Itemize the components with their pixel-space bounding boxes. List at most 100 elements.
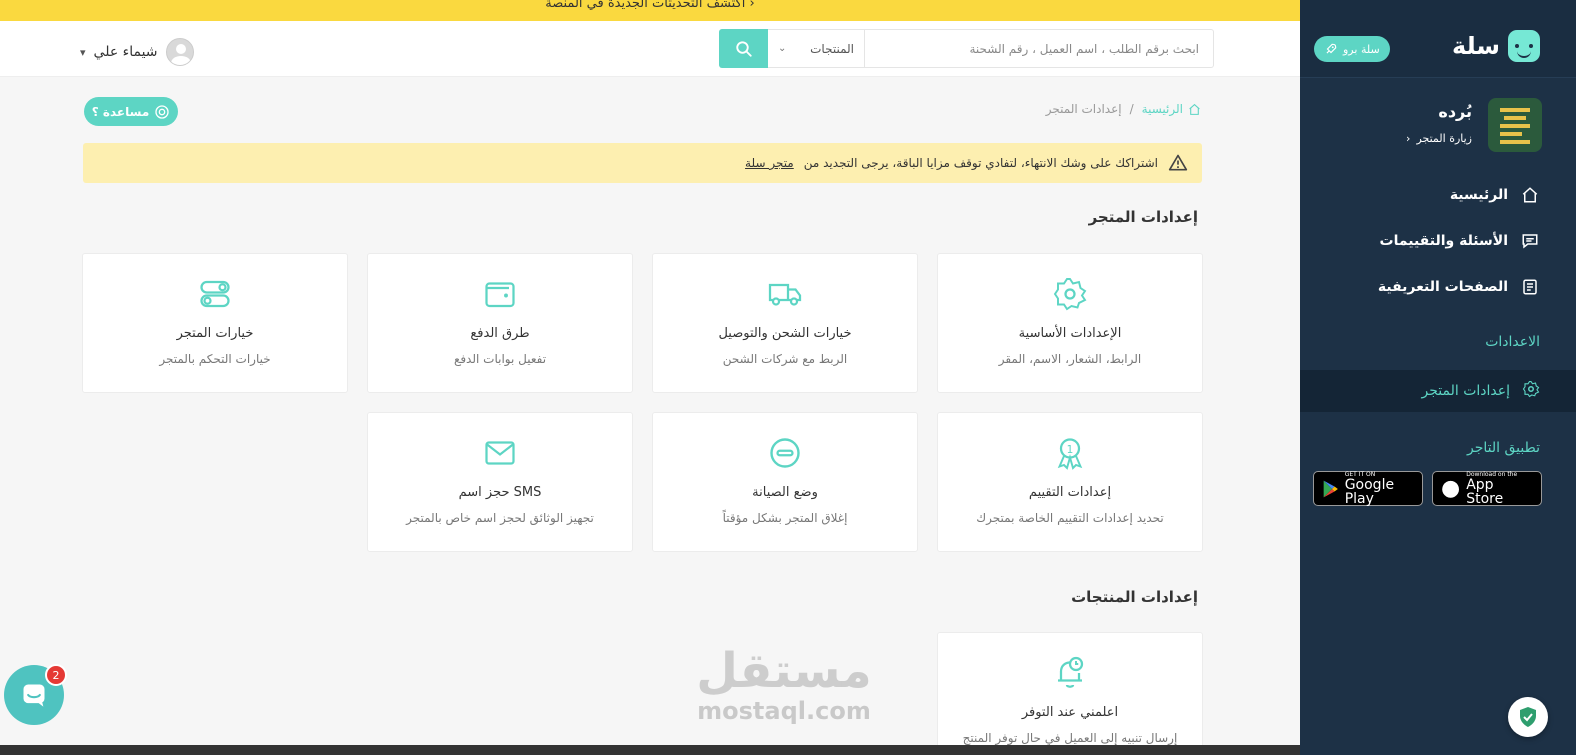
- mostaql-watermark: مستقل mostaql.com: [688, 645, 880, 725]
- visit-store-label: زيارة المتجر: [1416, 132, 1472, 145]
- card-shipping-options[interactable]: خيارات الشحن والتوصيل الربط مع شركات الش…: [652, 253, 918, 393]
- apple-icon: ●: [1441, 476, 1461, 501]
- lifebuoy-icon: [155, 104, 169, 119]
- salla-pro-label: سلة برو: [1343, 42, 1380, 56]
- no-entry-icon: [653, 435, 917, 471]
- sidebar-item-store-settings[interactable]: إعدادات المتجر: [1300, 370, 1576, 412]
- top-header: ▾ شيماء علي ⌄ المنتجات: [0, 21, 1300, 77]
- card-desc: إغلاق المتجر بشكل مؤقتاً: [722, 511, 848, 525]
- wallet-icon: [368, 276, 632, 312]
- card-notify-availability[interactable]: اعلمني عند التوفر إرسال تنبيه إلى العميل…: [937, 632, 1203, 755]
- salla-pro-button[interactable]: سلة برو: [1314, 36, 1390, 62]
- truck-icon: [653, 276, 917, 312]
- card-title: وضع الصيانة: [752, 485, 818, 500]
- sidebar-item-home[interactable]: الرئيسية: [1300, 175, 1576, 215]
- comments-icon: [1520, 231, 1540, 251]
- sidebar-item-label: الرئيسية: [1449, 187, 1508, 203]
- search-button[interactable]: [719, 29, 768, 68]
- card-desc: خيارات التحكم بالمتجر: [159, 352, 271, 366]
- envelope-icon: [368, 435, 632, 471]
- card-maintenance-mode[interactable]: وضع الصيانة إغلاق المتجر بشكل مؤقتاً: [652, 412, 918, 552]
- sidebar-item-label: الصفحات التعريفية: [1377, 279, 1508, 295]
- sidebar-item-label: إعدادات المتجر: [1421, 383, 1510, 399]
- search-scope-value: المنتجات: [810, 41, 854, 56]
- sidebar-item-pages[interactable]: الصفحات التعريفية: [1300, 267, 1576, 307]
- search-bar: ⌄ المنتجات: [719, 29, 1214, 68]
- app-store-badge[interactable]: ● Download on the App Store: [1432, 471, 1542, 506]
- google-play-icon: [1323, 480, 1338, 497]
- brand-name: سلة: [1452, 32, 1500, 60]
- card-title: حجز اسم SMS: [458, 485, 542, 500]
- card-title: إعدادات التقييم: [1028, 485, 1112, 500]
- gear-icon: [1522, 380, 1540, 402]
- app-store-big: App Store: [1466, 477, 1504, 507]
- card-title: طرق الدفع: [470, 326, 530, 341]
- card-basic-settings[interactable]: الإعدادات الأساسية الرابط، الشعار، الاسم…: [937, 253, 1203, 393]
- chevron-right-icon: ›: [1406, 132, 1411, 145]
- sidebar-section-settings: الاعدادات: [1485, 334, 1540, 350]
- help-button[interactable]: مساعدة ؟: [84, 97, 178, 126]
- search-scope-select[interactable]: ⌄ المنتجات: [768, 29, 865, 68]
- card-sms-name[interactable]: حجز اسم SMS تجهيز الوثائق لحجز اسم خاص ب…: [367, 412, 633, 552]
- pages-icon: [1520, 277, 1540, 297]
- user-name: شيماء علي: [93, 44, 158, 60]
- brand[interactable]: سلة: [1452, 30, 1540, 62]
- watermark-arabic: مستقل: [696, 643, 872, 699]
- gear-icon: [938, 276, 1202, 312]
- card-desc: تحديد إعدادات التقييم الخاصة بمتجرك: [976, 511, 1164, 525]
- card-payment-methods[interactable]: طرق الدفع تفعيل بوابات الدفع: [367, 253, 633, 393]
- shield-icon: [1520, 707, 1536, 727]
- store-settings-title: إعدادات المتجر: [1088, 208, 1198, 226]
- home-icon: [1189, 103, 1200, 115]
- visit-store-link[interactable]: › زيارة المتجر: [1406, 132, 1472, 145]
- product-settings-title: إعدادات المنتجات: [1071, 588, 1198, 606]
- rocket-icon: [1326, 43, 1337, 54]
- announcement-text[interactable]: اكتشف التحديثات الجديدة في المنصة ›: [545, 0, 754, 11]
- store-info: بُرده › زيارة المتجر: [1312, 98, 1542, 154]
- card-desc: إرسال تنبيه إلى العميل في حال توفر المنت…: [962, 731, 1178, 745]
- breadcrumb-home-label: الرئيسية: [1141, 102, 1183, 116]
- bell-clock-icon: [938, 655, 1202, 691]
- store-name: بُرده: [1438, 102, 1472, 121]
- user-menu[interactable]: ▾ شيماء علي: [80, 38, 194, 66]
- breadcrumb-separator: /: [1129, 102, 1134, 116]
- card-title: اعلمني عند التوفر: [1021, 705, 1119, 720]
- security-shield-button[interactable]: [1508, 697, 1548, 737]
- alert-text: اشتراكك على وشك الانتهاء، لتفادي توقف مز…: [803, 156, 1158, 170]
- card-title: خيارات المتجر: [176, 326, 254, 341]
- subscription-alert: متجر سلة اشتراكك على وشك الانتهاء، لتفاد…: [83, 143, 1202, 183]
- renew-link[interactable]: متجر سلة: [745, 156, 794, 170]
- bottom-taskbar-strip: [0, 745, 1300, 755]
- card-desc: تفعيل بوابات الدفع: [453, 352, 547, 366]
- card-rating-settings[interactable]: 1 إعدادات التقييم تحديد إعدادات التقييم …: [937, 412, 1203, 552]
- sidebar-item-label: الأسئلة والتقييمات: [1379, 233, 1508, 249]
- breadcrumb-home[interactable]: الرئيسية: [1142, 102, 1201, 116]
- search-icon: [735, 40, 752, 57]
- salla-logo-icon: [1508, 30, 1540, 62]
- google-play-big: Google Play: [1344, 477, 1395, 507]
- toggles-icon: [83, 276, 347, 312]
- chat-icon: [23, 684, 45, 707]
- help-label: مساعدة ؟: [91, 104, 150, 119]
- card-title: الإعدادات الأساسية: [1018, 326, 1122, 341]
- sidebar-header: سلة برو سلة: [1300, 0, 1576, 78]
- card-store-options[interactable]: خيارات المتجر خيارات التحكم بالمتجر: [82, 253, 348, 393]
- card-desc: الربط مع شركات الشحن: [722, 352, 848, 366]
- home-icon: [1520, 185, 1540, 205]
- breadcrumb: الرئيسية / إعدادات المتجر: [1046, 102, 1201, 116]
- sidebar-item-reviews[interactable]: الأسئلة والتقييمات: [1300, 221, 1576, 261]
- google-play-badge[interactable]: GET IT ON Google Play: [1313, 471, 1423, 506]
- avatar: [165, 38, 194, 66]
- card-title: خيارات الشحن والتوصيل: [718, 326, 852, 341]
- warning-icon: [1168, 154, 1188, 171]
- search-input[interactable]: [865, 29, 1214, 68]
- chevron-down-icon: ▾: [80, 45, 86, 59]
- merchant-app-title: تطبيق التاجر: [1467, 440, 1540, 456]
- store-logo[interactable]: [1488, 98, 1542, 152]
- card-desc: تجهيز الوثائق لحجز اسم خاص بالمتجر: [406, 511, 594, 525]
- watermark-english: mostaql.com: [697, 697, 871, 725]
- card-desc: الرابط، الشعار، الاسم، المقر: [998, 352, 1142, 366]
- top-announcement-banner[interactable]: اكتشف التحديثات الجديدة في المنصة ›: [0, 0, 1300, 21]
- chevron-down-icon: ⌄: [778, 43, 787, 54]
- chat-unread-badge: 2: [45, 664, 67, 686]
